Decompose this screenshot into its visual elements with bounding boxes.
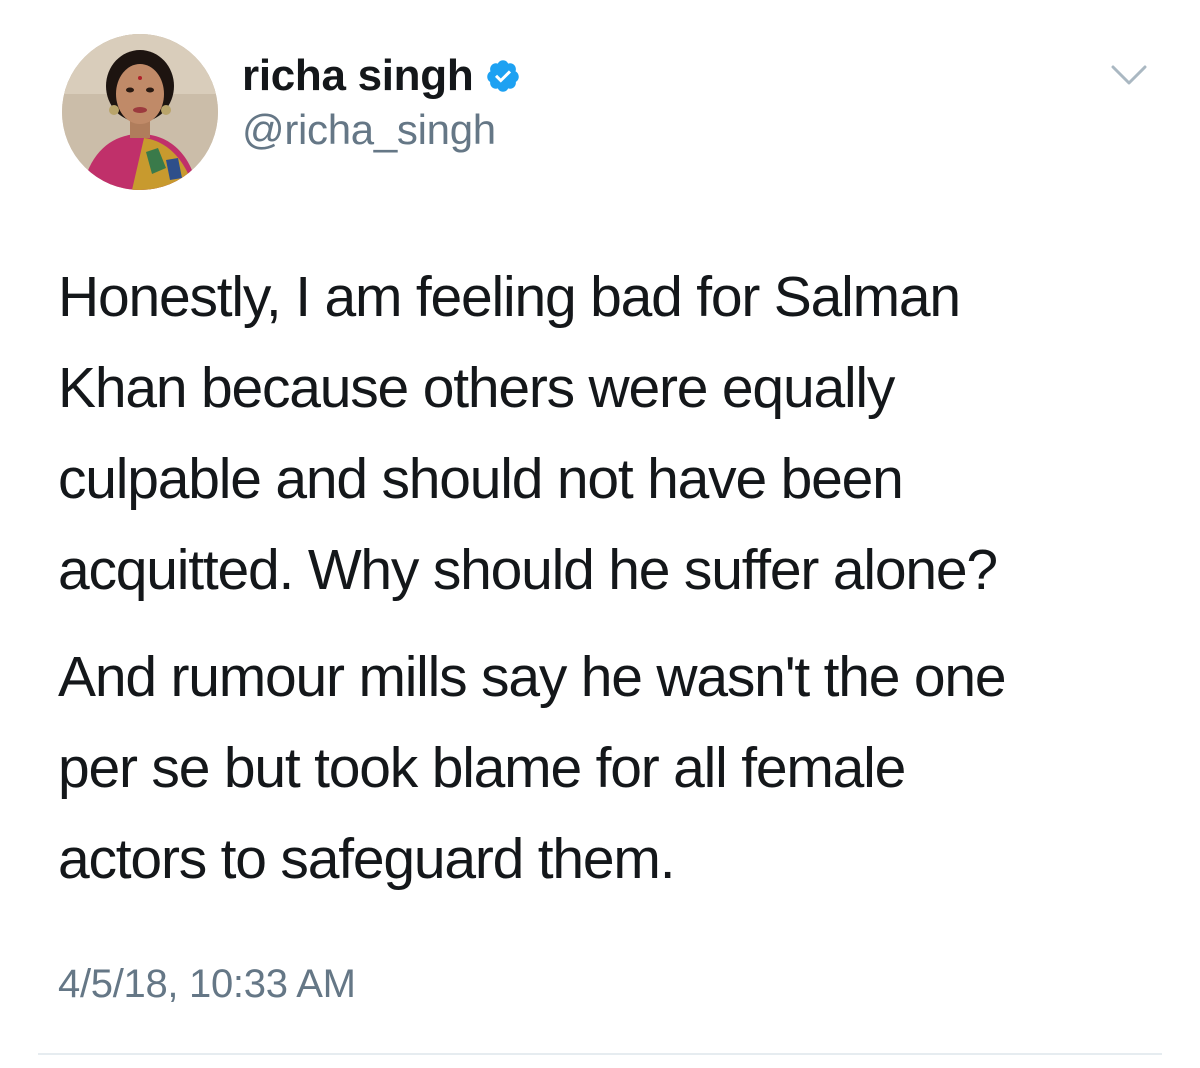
divider	[38, 1053, 1162, 1055]
tweet-text-line: And rumour mills say he wasn't the one	[58, 645, 1007, 709]
chevron-down-icon	[1111, 65, 1147, 85]
tweet-text-line: Khan because others were equally	[58, 356, 895, 420]
verified-badge-icon	[485, 58, 521, 94]
tweet-text-line: actors to safeguard them.	[58, 827, 676, 891]
author-name-row[interactable]: richa singh	[242, 48, 521, 104]
author-display-name[interactable]: richa singh	[242, 51, 474, 101]
tweet-menu-button[interactable]	[1110, 62, 1148, 88]
tweet-text-line: acquitted. Why should he suffer alone?	[58, 538, 998, 602]
author-handle[interactable]: @richa_singh	[242, 106, 496, 154]
tweet-paragraph: Honestly, I am feeling bad for Salman Kh…	[58, 252, 1168, 616]
tweet-text: Honestly, I am feeling bad for Salman Kh…	[58, 252, 1168, 905]
tweet-text-line: culpable and should not have been	[58, 447, 904, 511]
tweet-timestamp[interactable]: 4/5/18, 10:33 AM	[58, 962, 356, 1007]
profile-photo-icon	[62, 34, 218, 190]
tweet-paragraph: And rumour mills say he wasn't the one p…	[58, 632, 1168, 905]
tweet-text-line: per se but took blame for all female	[58, 736, 906, 800]
tweet-text-line: Honestly, I am feeling bad for Salman	[58, 265, 961, 329]
avatar[interactable]	[62, 34, 218, 190]
tweet-card: richa singh @richa_singh Honestly, I am …	[0, 0, 1200, 1068]
